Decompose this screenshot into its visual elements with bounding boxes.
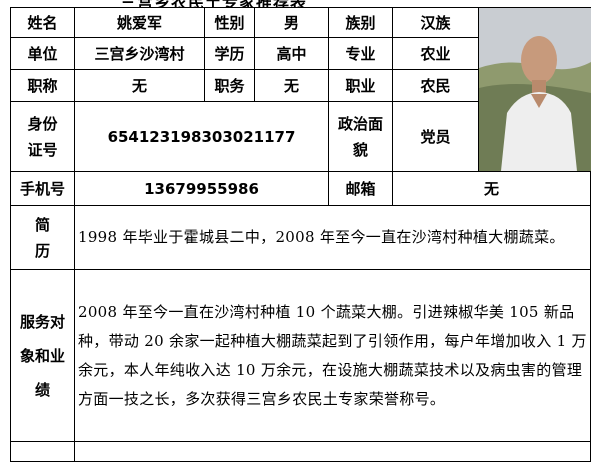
label-resume: 简 历 [10, 205, 75, 270]
label-position: 职务 [204, 69, 255, 102]
label-major: 专业 [328, 37, 393, 70]
label-title: 职称 [10, 69, 75, 102]
value-title: 无 [74, 69, 205, 102]
label-name: 姓名 [10, 7, 75, 38]
value-name: 姚爱军 [74, 7, 205, 38]
recommendation-form: 姓名 姚爱军 性别 男 族别 汉族 单位 三宫乡沙湾村 学历 高中 专业 农业 … [10, 7, 591, 462]
value-politics: 党员 [392, 101, 479, 172]
value-unit: 三宫乡沙湾村 [74, 37, 205, 70]
label-email: 邮箱 [328, 171, 393, 206]
value-id-number: 654123198303021177 [74, 101, 329, 172]
portrait-photo-image [479, 8, 591, 171]
value-email: 无 [392, 171, 591, 206]
label-unit: 单位 [10, 37, 75, 70]
value-position: 无 [254, 69, 329, 102]
value-gender: 男 [254, 7, 329, 38]
value-occupation: 农民 [392, 69, 479, 102]
value-service: 2008 年至今一直在沙湾村种植 10 个蔬菜大棚。引进辣椒华美 105 新品种… [74, 269, 591, 442]
label-service: 服务对 象和业 绩 [10, 269, 75, 442]
value-phone: 13679955986 [74, 171, 329, 206]
portrait-photo [478, 7, 591, 172]
value-education: 高中 [254, 37, 329, 70]
value-ethnicity: 汉族 [392, 7, 479, 38]
label-id-number: 身份 证号 [10, 101, 75, 172]
label-phone: 手机号 [10, 171, 75, 206]
value-resume: 1998 年毕业于霍城县二中，2008 年至今一直在沙湾村种植大棚蔬菜。 [74, 205, 591, 270]
next-row-value [74, 441, 591, 462]
next-row-label [10, 441, 75, 462]
label-occupation: 职业 [328, 69, 393, 102]
label-politics: 政治面 貌 [328, 101, 393, 172]
label-ethnicity: 族别 [328, 7, 393, 38]
label-gender: 性别 [204, 7, 255, 38]
label-education: 学历 [204, 37, 255, 70]
value-major: 农业 [392, 37, 479, 70]
